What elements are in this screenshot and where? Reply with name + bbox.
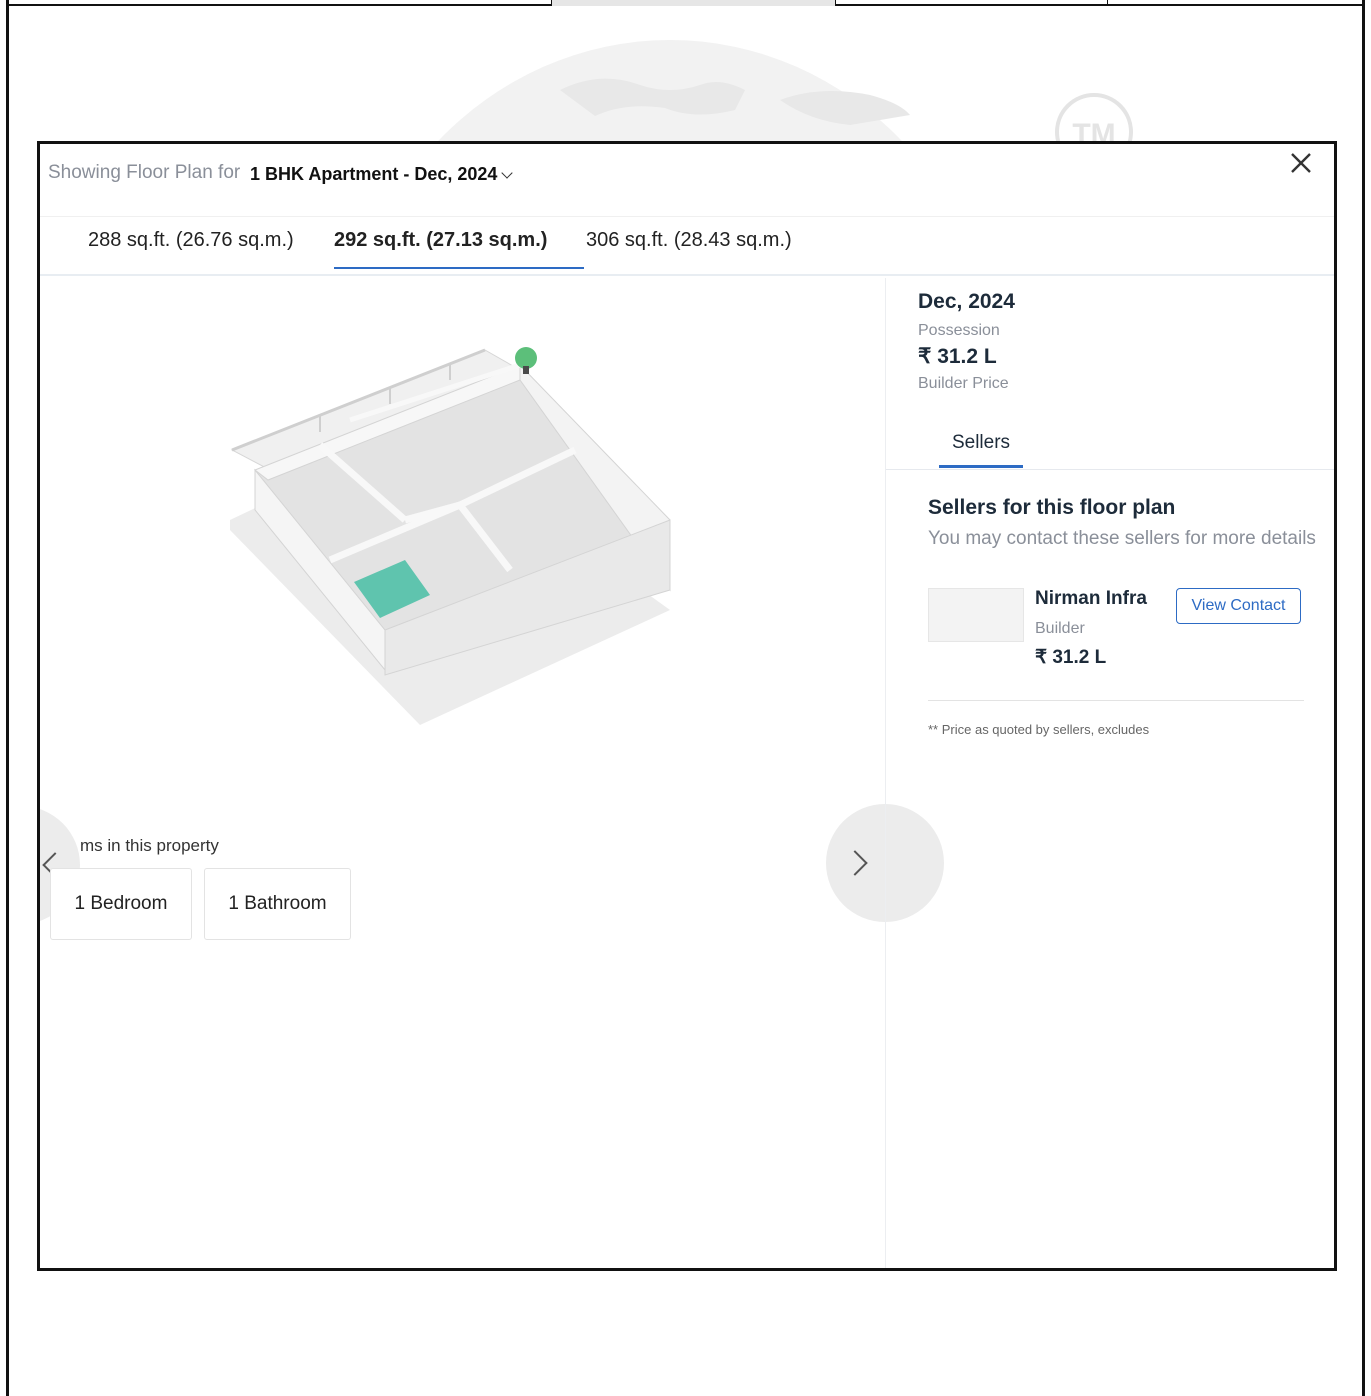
close-icon — [1291, 153, 1311, 173]
config-dropdown-label: 1 BHK Apartment - Dec, 2024 — [250, 164, 498, 184]
seller-divider — [928, 700, 1304, 701]
builder-price: ₹ 31.2 L — [918, 345, 997, 368]
area-tabs: 288 sq.ft. (26.76 sq.m.) 292 sq.ft. (27.… — [40, 216, 1334, 276]
tab-288-sqft[interactable]: 288 sq.ft. (26.76 sq.m.) — [88, 229, 294, 269]
tab-292-sqft[interactable]: 292 sq.ft. (27.13 sq.m.) — [334, 229, 584, 269]
room-chip-bedroom: 1 Bedroom — [50, 868, 192, 940]
chevron-right-icon — [842, 850, 868, 876]
seller-type: Builder — [1035, 620, 1085, 637]
floor-plan-modal: Showing Floor Plan for 1 BHK Apartment -… — [37, 141, 1337, 1271]
background-globe-watermark — [330, 30, 1050, 150]
sellers-subheading: You may contact these sellers for more d… — [928, 528, 1316, 549]
room-chip-bathroom: 1 Bathroom — [204, 868, 351, 940]
details-pane: Dec, 2024 Possession ₹ 31.2 L Builder Pr… — [885, 278, 1334, 1268]
possession-date: Dec, 2024 — [918, 290, 1015, 313]
floor-plan-3d-image — [220, 340, 690, 730]
possession-label: Possession — [918, 322, 1000, 339]
seller-price: ₹ 31.2 L — [1035, 647, 1107, 668]
sellers-heading: Sellers for this floor plan — [928, 496, 1176, 519]
price-disclaimer: ** Price as quoted by sellers, excludes — [928, 722, 1150, 737]
tab-divider — [886, 469, 1334, 470]
trademark-logo: TM — [1054, 92, 1134, 144]
builder-price-label: Builder Price — [918, 375, 1009, 392]
chevron-down-icon — [501, 166, 514, 179]
header-prefix: Showing Floor Plan for — [48, 162, 241, 183]
seller-name[interactable]: Nirman Infra — [1035, 588, 1147, 610]
close-button[interactable] — [1286, 148, 1316, 178]
floor-plan-pane: ms in this property 1 Bedroom 1 Bathroom — [40, 278, 944, 1268]
tab-306-sqft[interactable]: 306 sq.ft. (28.43 sq.m.) — [586, 229, 792, 269]
modal-header: Showing Floor Plan for 1 BHK Apartment -… — [40, 144, 1334, 216]
seller-logo — [928, 588, 1024, 642]
rooms-section-title: ms in this property — [80, 836, 219, 855]
config-dropdown[interactable]: 1 BHK Apartment - Dec, 2024 — [250, 164, 514, 185]
tab-sellers[interactable]: Sellers — [939, 418, 1023, 468]
view-contact-button[interactable]: View Contact — [1176, 588, 1301, 624]
location-pin-icon — [515, 347, 537, 374]
